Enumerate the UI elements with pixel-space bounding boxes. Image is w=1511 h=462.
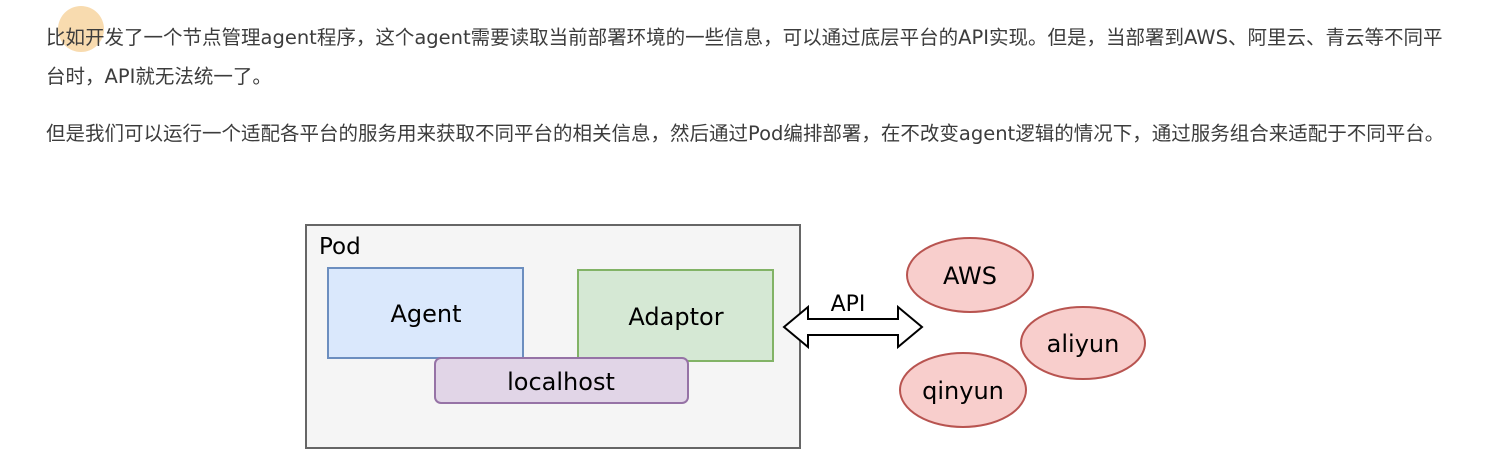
aliyun-label: aliyun	[1047, 330, 1120, 358]
pod-adaptor-diagram: Pod Agent Adaptor localhost API AWS aliy…	[305, 224, 1146, 449]
qinyun-label: qinyun	[922, 377, 1004, 405]
agent-label: Agent	[390, 300, 461, 328]
pod-label: Pod	[319, 234, 361, 260]
aws-label: AWS	[943, 262, 997, 290]
api-label: API	[831, 292, 866, 317]
adaptor-label: Adaptor	[628, 303, 723, 331]
localhost-label: localhost	[507, 368, 615, 396]
